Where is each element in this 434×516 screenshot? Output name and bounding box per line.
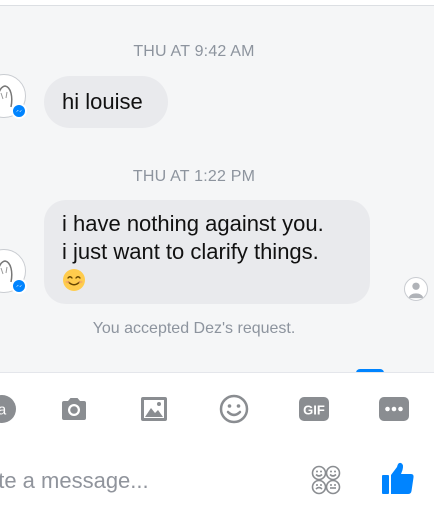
message-text-line: i just want to clarify things.: [62, 239, 319, 264]
smiling-face-emoji: [63, 269, 85, 291]
like-button[interactable]: [380, 460, 416, 496]
system-note: You accepted Dez's request.: [92, 320, 296, 337]
timestamp: THU AT 9:42 AM: [133, 43, 255, 60]
messenger-badge-icon: [11, 103, 27, 119]
text-format-icon: a: [0, 395, 16, 423]
sticker-icon: [311, 465, 341, 495]
message-bubble[interactable]: i have nothing against you. i just want …: [44, 200, 370, 304]
image-icon: [141, 397, 167, 421]
message-text: hi louise: [62, 89, 143, 114]
message-input[interactable]: [0, 466, 286, 496]
composer: [0, 444, 434, 516]
read-receipt-avatar: [404, 277, 428, 301]
composer-toolbar: a GIF: [0, 372, 434, 444]
message-text-line: i have nothing against you.: [62, 211, 324, 236]
svg-text:GIF: GIF: [303, 403, 325, 418]
contact-avatar[interactable]: [0, 74, 27, 119]
emoji-button[interactable]: [218, 393, 250, 425]
gallery-button[interactable]: [138, 393, 170, 425]
camera-button[interactable]: [58, 393, 90, 425]
emoji-icon: [219, 394, 249, 424]
gif-icon: GIF: [299, 397, 329, 421]
avatar-image: [408, 282, 424, 299]
conversation-view[interactable]: THU AT 9:42 AM hi louise THU AT 1:22 PM …: [0, 0, 434, 372]
stickers-button[interactable]: [310, 464, 342, 496]
message-bubble[interactable]: hi louise: [44, 76, 168, 128]
thumbs-up-icon: [382, 462, 414, 494]
more-button[interactable]: [378, 393, 410, 425]
more-icon: [379, 397, 409, 421]
timestamp: THU AT 1:22 PM: [132, 168, 256, 185]
header-divider: [0, 0, 434, 6]
messenger-badge-icon: [11, 278, 27, 294]
gif-button[interactable]: GIF: [298, 393, 330, 425]
text-format-button[interactable]: a: [0, 393, 18, 425]
svg-text:a: a: [0, 402, 7, 419]
camera-icon: [62, 398, 86, 420]
contact-avatar[interactable]: [0, 249, 27, 294]
